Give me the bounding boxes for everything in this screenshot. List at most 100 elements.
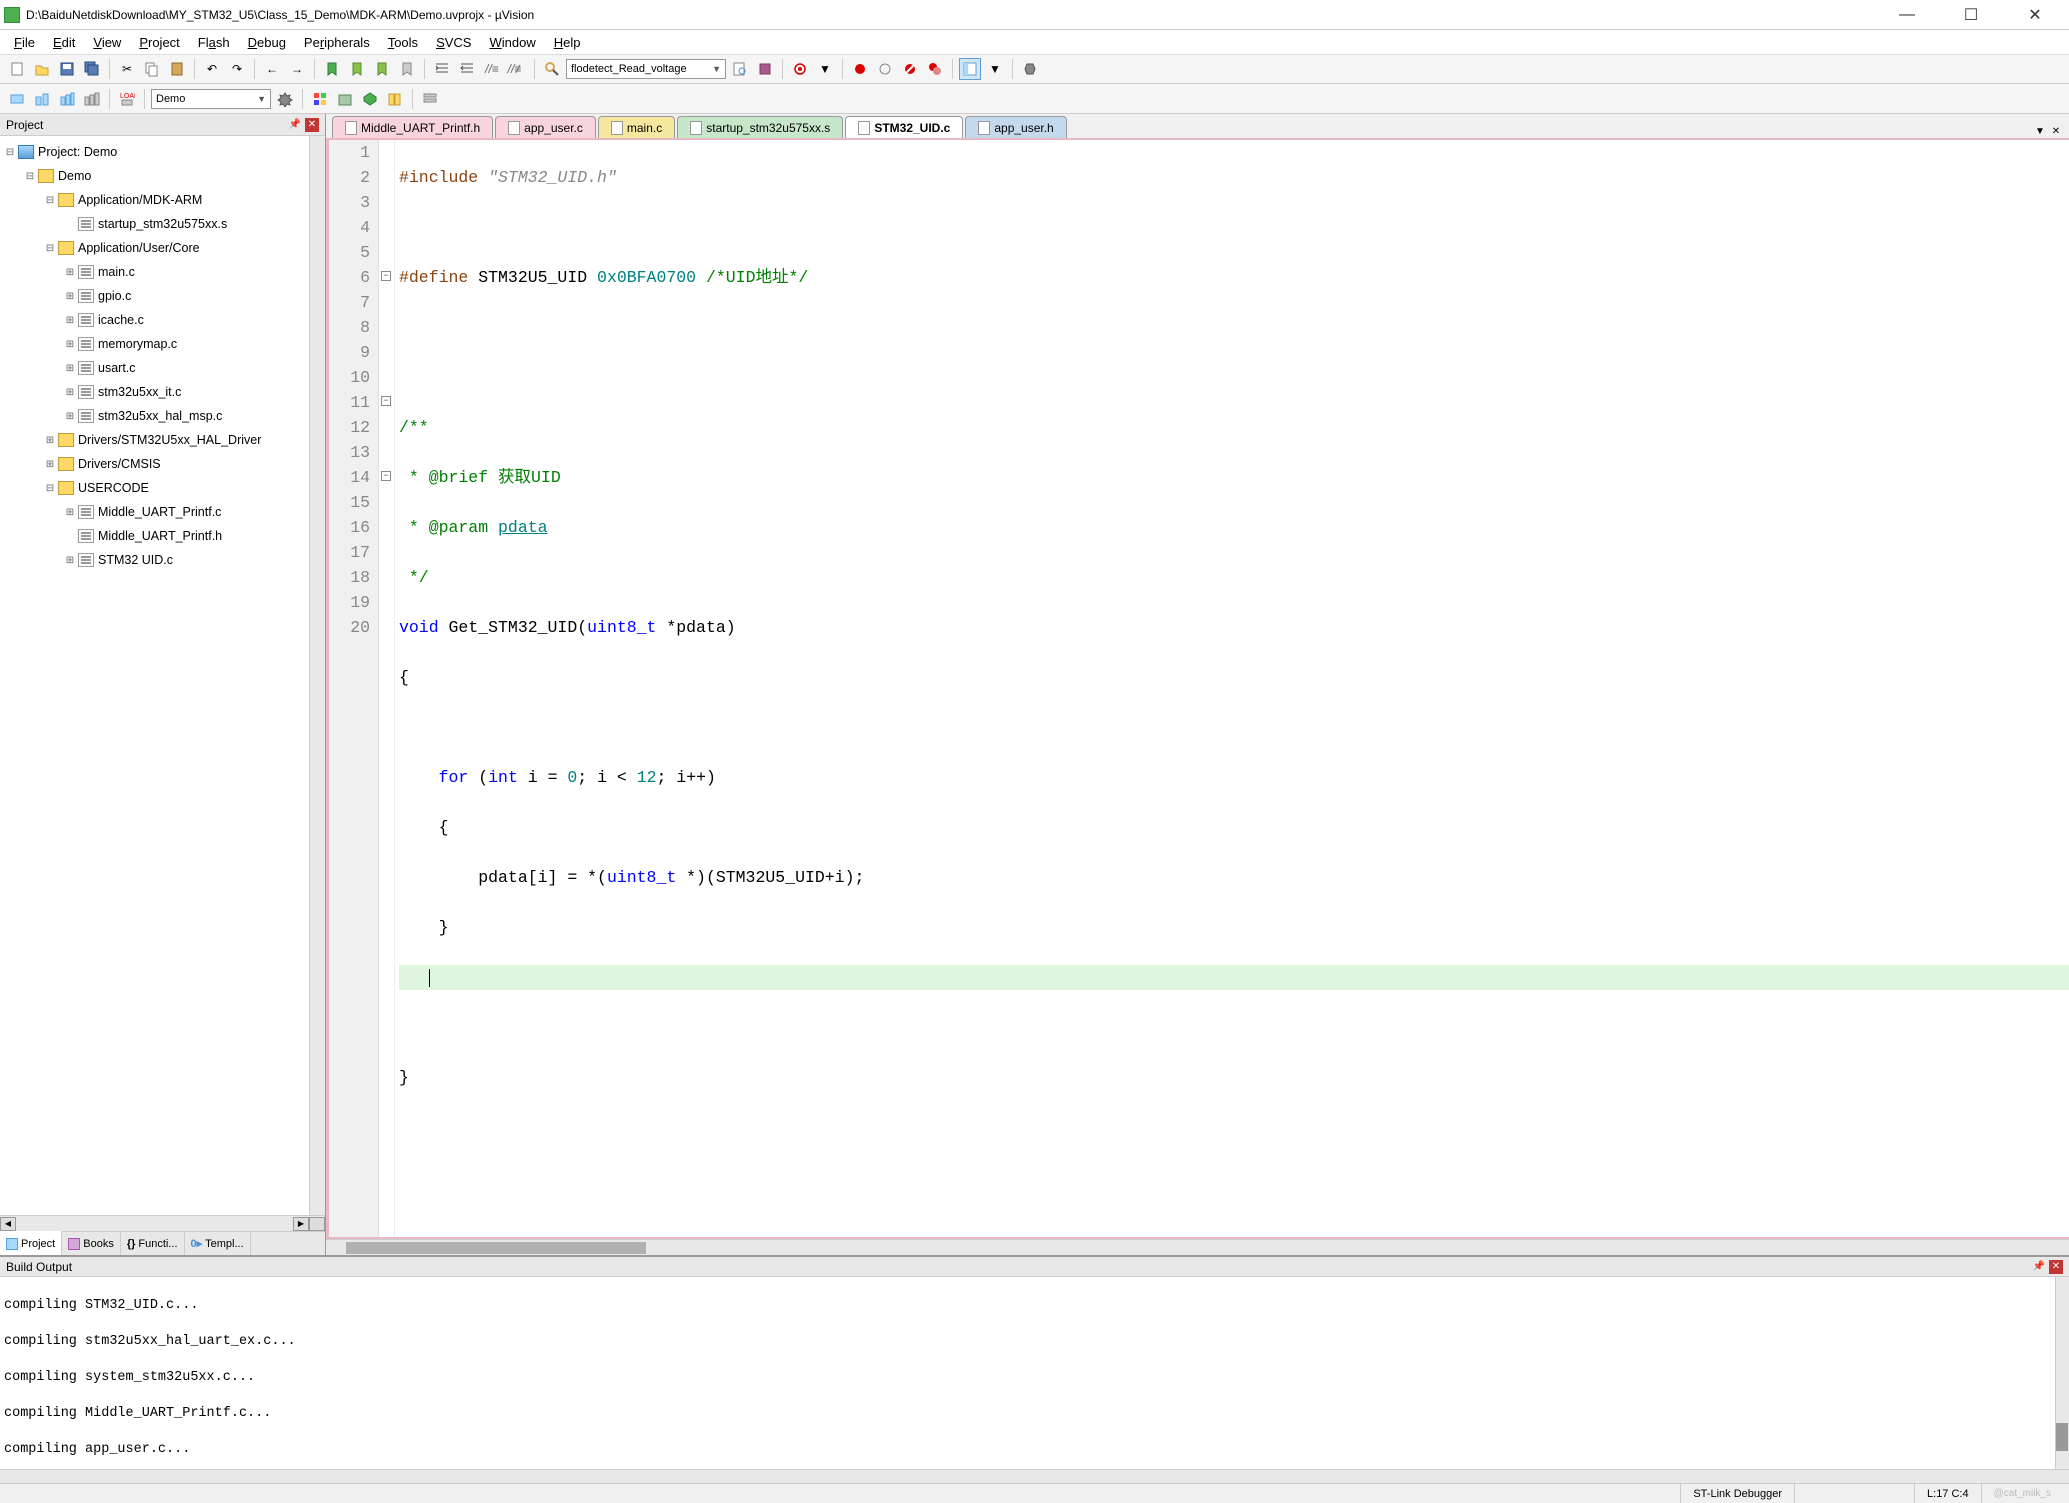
books-icon[interactable] (384, 88, 406, 110)
menu-edit[interactable]: Edit (45, 33, 83, 52)
debug-start-icon[interactable] (789, 58, 811, 80)
select-packs-icon[interactable] (359, 88, 381, 110)
save-all-icon[interactable] (81, 58, 103, 80)
save-icon[interactable] (56, 58, 78, 80)
cut-icon[interactable]: ✂ (116, 58, 138, 80)
minimize-button[interactable]: — (1887, 3, 1927, 27)
tree-target[interactable]: Demo (58, 169, 91, 183)
build-hscrollbar[interactable] (0, 1469, 2069, 1483)
scroll-left-icon[interactable]: ◀ (0, 1217, 16, 1231)
breakpoint-disable-icon[interactable] (874, 58, 896, 80)
find-in-files-icon[interactable] (729, 58, 751, 80)
bookmark-clear-icon[interactable] (396, 58, 418, 80)
pin-icon[interactable]: 📌 (289, 119, 301, 130)
tab-project[interactable]: Project (0, 1231, 62, 1255)
tab-close-icon[interactable]: ✕ (2049, 124, 2063, 138)
pack-installer-icon[interactable] (334, 88, 356, 110)
tree-file[interactable]: gpio.c (98, 289, 131, 303)
target-select[interactable]: Demo ▼ (151, 89, 271, 109)
menu-debug[interactable]: Debug (240, 33, 294, 52)
breakpoint-kill-icon[interactable] (899, 58, 921, 80)
tab-menu-icon[interactable]: ▼ (2033, 124, 2047, 138)
redo-icon[interactable]: ↷ (226, 58, 248, 80)
fold-icon[interactable]: − (381, 271, 391, 281)
tree-file[interactable]: usart.c (98, 361, 136, 375)
bookmark-prev-icon[interactable] (346, 58, 368, 80)
tree-vscrollbar[interactable] (309, 136, 325, 1215)
indent-icon[interactable] (431, 58, 453, 80)
menu-view[interactable]: View (85, 33, 129, 52)
copy-icon[interactable] (141, 58, 163, 80)
code-editor[interactable]: 12345678910 11121314151617181920 − − − #… (326, 140, 2069, 1239)
dropdown-icon[interactable]: ▼ (814, 58, 836, 80)
scroll-thumb[interactable] (2056, 1423, 2068, 1451)
panel-close-button[interactable]: ✕ (2049, 1260, 2063, 1274)
tree-file[interactable]: startup_stm32u575xx.s (98, 217, 227, 231)
build-icon[interactable] (31, 88, 53, 110)
tab-functions[interactable]: {}Functi... (121, 1232, 185, 1255)
configure-icon[interactable] (1019, 58, 1041, 80)
scroll-right-icon[interactable]: ▶ (293, 1217, 309, 1231)
editor-tab-6[interactable]: app_user.h (965, 116, 1066, 138)
menu-project[interactable]: Project (131, 33, 187, 52)
editor-tab-1[interactable]: Middle_UART_Printf.h (332, 116, 493, 138)
tree-file[interactable]: Middle_UART_Printf.h (98, 529, 222, 543)
find-icon[interactable] (541, 58, 563, 80)
tree-file[interactable]: icache.c (98, 313, 144, 327)
build-output-text[interactable]: compiling STM32_UID.c... compiling stm32… (0, 1277, 2069, 1469)
tree-group[interactable]: Drivers/CMSIS (78, 457, 161, 471)
breakpoint-killall-icon[interactable] (924, 58, 946, 80)
editor-tab-5[interactable]: STM32_UID.c (845, 116, 963, 138)
build-vscrollbar[interactable] (2055, 1277, 2069, 1469)
batch-build-icon[interactable] (81, 88, 103, 110)
dropdown-icon-2[interactable]: ▼ (984, 58, 1006, 80)
breakpoint-icon[interactable] (849, 58, 871, 80)
tree-hscrollbar[interactable]: ◀ ▶ (0, 1215, 325, 1231)
fold-icon[interactable]: − (381, 471, 391, 481)
tree-group[interactable]: USERCODE (78, 481, 149, 495)
editor-tab-4[interactable]: startup_stm32u575xx.s (677, 116, 843, 138)
paste-icon[interactable] (166, 58, 188, 80)
tree-group[interactable]: Application/MDK-ARM (78, 193, 202, 207)
fold-icon[interactable]: − (381, 396, 391, 406)
pin-icon[interactable]: 📌 (2033, 1261, 2045, 1272)
tree-file[interactable]: STM32 UID.c (98, 553, 173, 567)
menu-window[interactable]: Window (481, 33, 543, 52)
tab-templates[interactable]: 0▸Templ... (185, 1232, 251, 1255)
menu-peripherals[interactable]: Peripherals (296, 33, 378, 52)
editor-tab-3[interactable]: main.c (598, 116, 675, 138)
options-icon[interactable] (419, 88, 441, 110)
incremental-find-icon[interactable] (754, 58, 776, 80)
outdent-icon[interactable] (456, 58, 478, 80)
download-icon[interactable]: LOAD (116, 88, 138, 110)
tree-file[interactable]: Middle_UART_Printf.c (98, 505, 221, 519)
tree-group[interactable]: Drivers/STM32U5xx_HAL_Driver (78, 433, 261, 447)
open-file-icon[interactable] (31, 58, 53, 80)
menu-help[interactable]: Help (546, 33, 589, 52)
tree-file[interactable]: stm32u5xx_it.c (98, 385, 181, 399)
find-combo[interactable]: flodetect_Read_voltage ▼ (566, 59, 726, 79)
target-options-icon[interactable] (274, 88, 296, 110)
menu-tools[interactable]: Tools (380, 33, 426, 52)
new-file-icon[interactable] (6, 58, 28, 80)
scroll-thumb[interactable] (346, 1242, 646, 1254)
tree-root[interactable]: Project: Demo (38, 145, 117, 159)
project-tree[interactable]: ⊟Project: Demo ⊟Demo ⊟Application/MDK-AR… (0, 136, 325, 1215)
translate-icon[interactable] (6, 88, 28, 110)
tree-file[interactable]: stm32u5xx_hal_msp.c (98, 409, 222, 423)
uncomment-icon[interactable]: //≢ (506, 58, 528, 80)
editor-hscrollbar[interactable] (326, 1239, 2069, 1255)
editor-tab-2[interactable]: app_user.c (495, 116, 596, 138)
code-content[interactable]: #include "STM32_UID.h" #define STM32U5_U… (395, 140, 2069, 1237)
comment-icon[interactable]: //≡ (481, 58, 503, 80)
nav-back-icon[interactable]: ← (261, 58, 283, 80)
close-button[interactable]: ✕ (2015, 3, 2055, 27)
tree-file[interactable]: main.c (98, 265, 135, 279)
bookmark-icon[interactable] (321, 58, 343, 80)
fold-column[interactable]: − − − (379, 140, 395, 1237)
window-layout-icon[interactable] (959, 58, 981, 80)
undo-icon[interactable]: ↶ (201, 58, 223, 80)
panel-close-button[interactable]: ✕ (305, 118, 319, 132)
menu-flash[interactable]: Flash (190, 33, 238, 52)
tree-group[interactable]: Application/User/Core (78, 241, 200, 255)
